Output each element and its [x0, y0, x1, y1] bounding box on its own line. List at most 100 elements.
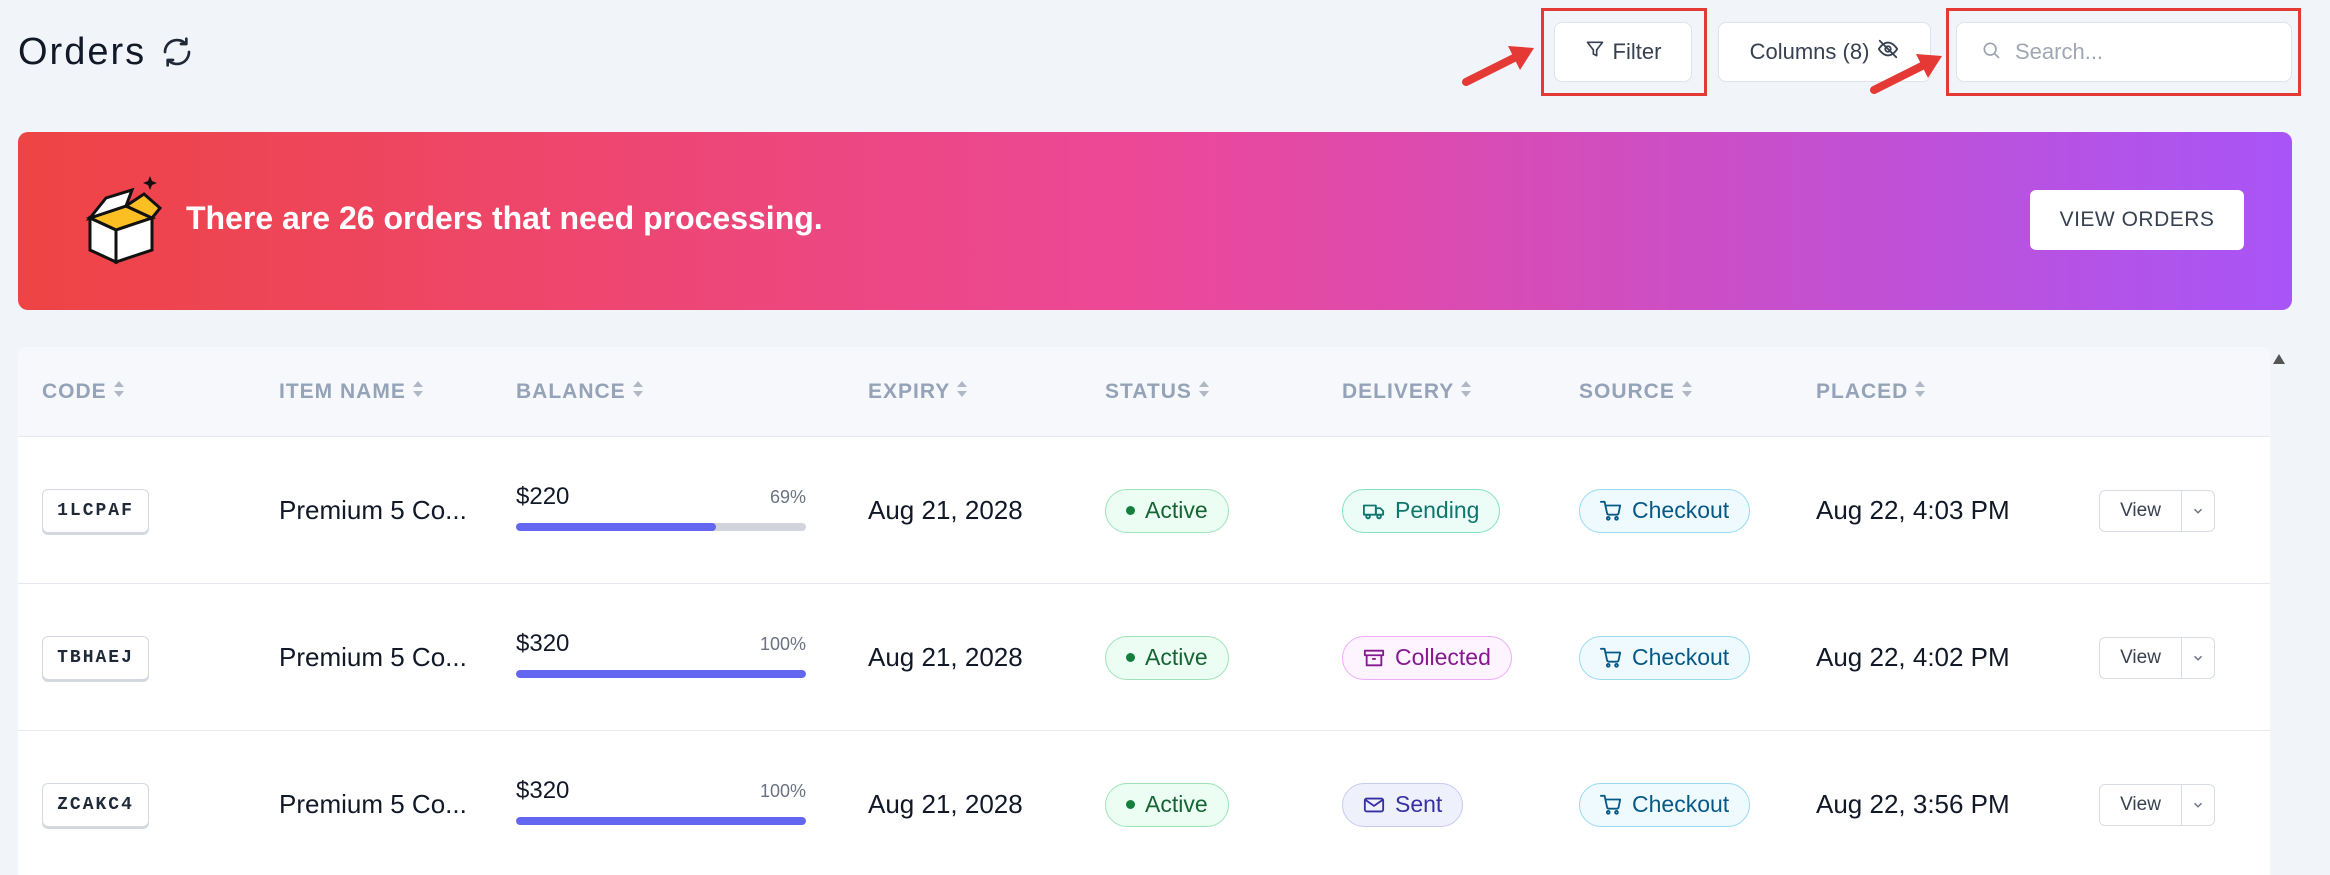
table-row[interactable]: 1LCPAF Premium 5 Co... $220 69% Aug 21, 2028… — [18, 437, 2270, 584]
eye-off-icon — [1877, 38, 1899, 66]
column-header-source[interactable]: SOURCE — [1579, 379, 1693, 405]
refresh-icon[interactable] — [160, 35, 194, 69]
item-cell: Premium 5 Co... — [279, 731, 467, 875]
chevron-down-icon[interactable] — [2182, 785, 2214, 825]
placed-date: Aug 22, 4:02 PM — [1816, 642, 2010, 672]
placed-cell: Aug 22, 3:56 PM — [1816, 731, 2010, 875]
sort-icon — [113, 379, 125, 405]
item-name: Premium 5 Co... — [279, 789, 467, 819]
search-input[interactable] — [2015, 39, 2275, 65]
columns-label: Columns (8) — [1749, 39, 1870, 64]
balance-progress-bar — [516, 816, 806, 825]
balance-percent: 100% — [759, 633, 806, 654]
sort-icon — [1681, 379, 1693, 405]
search-box[interactable] — [1956, 22, 2292, 82]
code-cell: ZCAKC4 — [42, 731, 149, 875]
item-name: Premium 5 Co... — [279, 495, 467, 525]
column-header-status[interactable]: STATUS — [1105, 379, 1210, 405]
column-header-label: CODE — [42, 380, 107, 403]
source-badge: Checkout — [1579, 782, 1751, 827]
sort-icon — [956, 379, 968, 405]
status-badge: Active — [1105, 782, 1229, 827]
archive-icon — [1363, 647, 1385, 669]
source-label: Checkout — [1632, 791, 1730, 817]
source-cell: Checkout — [1579, 731, 1751, 875]
view-button[interactable]: View — [2100, 784, 2182, 825]
view-button[interactable]: View — [2100, 637, 2182, 678]
status-badge: Active — [1105, 488, 1229, 533]
actions-cell: View — [2099, 731, 2215, 875]
balance-progress-fill — [516, 522, 717, 531]
order-code[interactable]: TBHAEJ — [42, 635, 149, 680]
balance-block: $320 100% — [516, 628, 806, 688]
columns-button[interactable]: Columns (8) — [1718, 22, 1931, 82]
source-badge: Checkout — [1579, 488, 1751, 533]
view-button[interactable]: View — [2100, 490, 2182, 531]
table-row[interactable]: ZCAKC4 Premium 5 Co... $320 100% Aug 21, 202… — [18, 731, 2270, 875]
delivery-badge: Pending — [1342, 488, 1501, 533]
code-cell: 1LCPAF — [42, 437, 149, 584]
status-dot-icon — [1126, 653, 1135, 662]
table-body: 1LCPAF Premium 5 Co... $220 69% Aug 21, 2028… — [18, 437, 2270, 875]
delivery-cell: Collected — [1342, 584, 1512, 731]
actions-cell: View — [2099, 437, 2215, 584]
cart-icon — [1600, 500, 1622, 522]
balance-block: $220 69% — [516, 481, 806, 541]
balance-progress-bar — [516, 669, 806, 678]
chevron-down-icon[interactable] — [2182, 491, 2214, 531]
column-header-label: DELIVERY — [1342, 380, 1455, 403]
scroll-up-icon[interactable] — [2272, 352, 2286, 366]
placed-cell: Aug 22, 4:02 PM — [1816, 584, 2010, 731]
status-cell: Active — [1105, 584, 1229, 731]
sort-icon — [632, 379, 644, 405]
table-row[interactable]: TBHAEJ Premium 5 Co... $320 100% Aug 21, 202… — [18, 584, 2270, 731]
status-label: Active — [1145, 497, 1208, 523]
filter-button[interactable]: Filter — [1554, 22, 1692, 82]
source-label: Checkout — [1632, 644, 1730, 670]
truck-icon — [1363, 500, 1385, 522]
balance-percent: 100% — [759, 780, 806, 801]
source-badge: Checkout — [1579, 635, 1751, 680]
expiry-date: Aug 21, 2028 — [868, 789, 1023, 819]
status-cell: Active — [1105, 437, 1229, 584]
search-icon — [1981, 40, 2001, 65]
status-label: Active — [1145, 791, 1208, 817]
balance-percent: 69% — [769, 486, 806, 507]
order-code[interactable]: ZCAKC4 — [42, 782, 149, 827]
expiry-cell: Aug 21, 2028 — [868, 437, 1023, 584]
banner-message: There are 26 orders that need processing… — [186, 200, 823, 236]
source-cell: Checkout — [1579, 584, 1751, 731]
column-header-expiry[interactable]: EXPIRY — [868, 379, 968, 405]
page-title: Orders — [18, 30, 147, 73]
status-cell: Active — [1105, 731, 1229, 875]
filter-icon — [1585, 39, 1605, 65]
column-header-label: SOURCE — [1579, 380, 1675, 403]
placed-date: Aug 22, 4:03 PM — [1816, 495, 2010, 525]
view-button-group: View — [2099, 489, 2215, 532]
view-orders-button[interactable]: VIEW ORDERS — [2030, 190, 2244, 250]
column-header-code[interactable]: CODE — [42, 379, 125, 405]
expiry-date: Aug 21, 2028 — [868, 495, 1023, 525]
column-header-label: ITEM NAME — [279, 380, 406, 403]
column-header-delivery[interactable]: DELIVERY — [1342, 379, 1472, 405]
sort-icon — [1460, 379, 1472, 405]
order-code[interactable]: 1LCPAF — [42, 488, 149, 533]
column-header-balance[interactable]: BALANCE — [516, 379, 644, 405]
column-header-item-name[interactable]: ITEM NAME — [279, 379, 424, 405]
status-badge: Active — [1105, 635, 1229, 680]
delivery-label: Sent — [1395, 791, 1443, 817]
expiry-cell: Aug 21, 2028 — [868, 584, 1023, 731]
status-label: Active — [1145, 644, 1208, 670]
column-header-label: STATUS — [1105, 380, 1192, 403]
processing-banner: There are 26 orders that need processing… — [18, 132, 2292, 310]
cart-icon — [1600, 647, 1622, 669]
delivery-label: Collected — [1395, 644, 1491, 670]
balance-cell: $320 100% — [516, 731, 806, 875]
actions-cell: View — [2099, 584, 2215, 731]
placed-cell: Aug 22, 4:03 PM — [1816, 437, 2010, 584]
chevron-down-icon[interactable] — [2182, 638, 2214, 678]
annotation-arrow-filter — [1462, 46, 1534, 86]
column-header-placed[interactable]: PLACED — [1816, 379, 1926, 405]
item-name: Premium 5 Co... — [279, 642, 467, 672]
balance-progress-fill — [516, 669, 806, 678]
